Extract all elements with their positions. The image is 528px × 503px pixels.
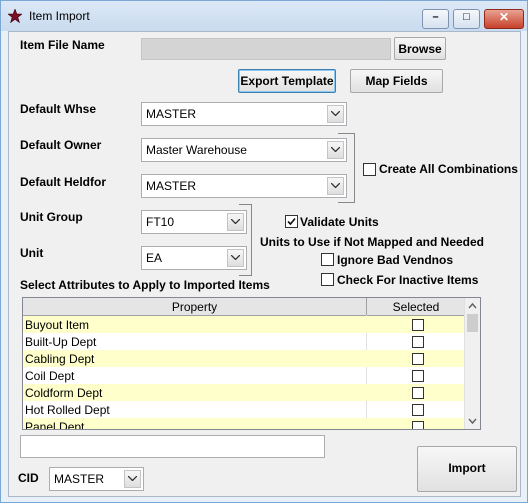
column-header-property[interactable]: Property <box>23 300 366 314</box>
star-icon <box>8 9 22 23</box>
close-button[interactable]: ✕ <box>484 9 524 29</box>
column-header-selected[interactable]: Selected <box>367 300 465 314</box>
table-row[interactable]: Cabling Dept <box>23 350 465 367</box>
scrollbar-thumb[interactable] <box>467 314 478 332</box>
create-all-combinations-checkbox[interactable] <box>363 163 376 176</box>
attributes-grid[interactable]: Property Selected Buyout Item Built-Up D… <box>22 297 481 430</box>
maximize-button[interactable]: □ <box>453 9 480 29</box>
status-field <box>20 435 325 458</box>
create-all-combinations-label: Create All Combinations <box>379 162 518 176</box>
default-heldfor-select[interactable]: MASTER <box>141 174 347 198</box>
row-select-checkbox[interactable] <box>412 387 424 399</box>
default-whse-label: Default Whse <box>20 102 97 116</box>
units-bracket <box>239 204 252 276</box>
item-import-window: Item Import – □ ✕ Item File Name Browse … <box>0 0 528 503</box>
row-select-checkbox[interactable] <box>412 370 424 382</box>
check-inactive-label: Check For Inactive Items <box>337 273 479 287</box>
row-select-checkbox[interactable] <box>412 319 424 331</box>
export-template-button[interactable]: Export Template <box>238 69 336 93</box>
ignore-bad-vendnos-checkbox[interactable] <box>321 253 334 266</box>
browse-button[interactable]: Browse <box>394 37 446 60</box>
default-owner-label: Default Owner <box>20 138 102 152</box>
title-bar[interactable]: Item Import – □ ✕ <box>1 1 527 31</box>
attributes-label: Select Attributes to Apply to Imported I… <box>20 278 270 292</box>
grid-header: Property Selected <box>23 298 465 316</box>
table-row[interactable]: Buyout Item <box>23 316 465 333</box>
unit-group-select[interactable]: FT10 <box>141 210 247 234</box>
unit-group-label: Unit Group <box>20 210 83 224</box>
scroll-up-icon[interactable] <box>465 299 480 313</box>
scroll-down-icon[interactable] <box>465 414 480 428</box>
minimize-button[interactable]: – <box>422 9 449 29</box>
close-icon: ✕ <box>498 10 510 24</box>
validate-units-checkbox[interactable] <box>285 215 298 228</box>
row-select-checkbox[interactable] <box>412 421 424 429</box>
import-button[interactable]: Import <box>417 446 517 492</box>
unit-select[interactable]: EA <box>141 246 247 270</box>
cid-select[interactable]: MASTER <box>49 467 144 491</box>
map-fields-button[interactable]: Map Fields <box>350 69 443 93</box>
ignore-bad-vendnos-label: Ignore Bad Vendnos <box>337 253 454 267</box>
default-whse-select[interactable]: MASTER <box>141 102 347 126</box>
item-file-label: Item File Name <box>20 38 105 52</box>
client-area: Item File Name Browse Export Template Ma… <box>8 31 521 497</box>
window-title: Item Import <box>29 9 90 23</box>
default-heldfor-label: Default Heldfor <box>20 175 107 189</box>
minimize-icon: – <box>432 11 439 23</box>
table-row[interactable]: Coil Dept <box>23 367 465 384</box>
cid-label: CID <box>18 471 39 485</box>
owner-heldfor-bracket <box>338 133 355 203</box>
checkmark-icon <box>287 217 296 226</box>
row-select-checkbox[interactable] <box>412 404 424 416</box>
units-note: Units to Use if Not Mapped and Needed <box>260 235 485 249</box>
unit-label: Unit <box>20 246 44 260</box>
vertical-scrollbar[interactable] <box>464 298 480 429</box>
table-row[interactable]: Built-Up Dept <box>23 333 465 350</box>
chevron-down-icon <box>327 105 344 123</box>
table-row[interactable]: Panel Dept <box>23 418 465 429</box>
table-row[interactable]: Coldform Dept <box>23 384 465 401</box>
row-select-checkbox[interactable] <box>412 336 424 348</box>
check-inactive-checkbox[interactable] <box>321 273 334 286</box>
maximize-icon: □ <box>463 11 470 23</box>
default-owner-select[interactable]: Master Warehouse <box>141 138 347 162</box>
row-select-checkbox[interactable] <box>412 353 424 365</box>
chevron-down-icon <box>124 470 141 488</box>
table-row[interactable]: Hot Rolled Dept <box>23 401 465 418</box>
validate-units-label: Validate Units <box>300 215 379 229</box>
item-file-field <box>141 38 391 60</box>
